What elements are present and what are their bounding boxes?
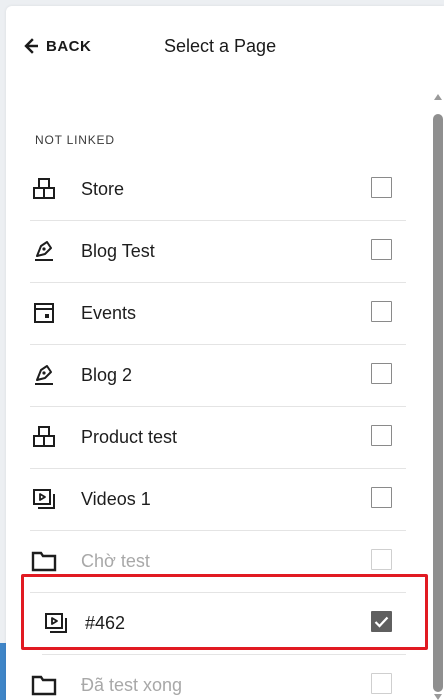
blog-icon [30,237,58,265]
page-row-events[interactable]: Events [30,282,406,345]
store-icon [30,175,58,203]
blog-icon [30,361,58,389]
page-checkbox [371,549,392,570]
scroll-down-arrow-icon[interactable] [434,694,442,700]
page-checkbox[interactable] [371,363,392,384]
page-row-blog-2[interactable]: Blog 2 [30,344,406,407]
page-label: Chờ test [81,550,150,571]
section-label-not-linked: NOT LINKED [35,133,115,147]
events-icon [30,299,58,327]
back-button[interactable]: BACK [24,36,91,56]
page-label: Blog Test [81,240,155,261]
page-label: Đã test xong [81,674,183,695]
page-checkbox [371,673,392,694]
folder-icon [30,671,58,699]
video-icon [30,485,58,513]
page-checkbox[interactable] [371,239,392,260]
selection-highlight-box [21,574,428,650]
page-checkbox[interactable] [371,301,392,322]
back-label: BACK [46,37,92,55]
page-checkbox[interactable] [371,487,392,508]
select-page-panel: BACK Select a Page NOT LINKED Store Blog… [6,6,444,700]
panel-title: Select a Page [164,36,277,56]
page-row-videos-1[interactable]: Videos 1 [30,468,406,531]
page-checkbox[interactable] [371,425,392,446]
page-label: Product test [81,426,178,447]
page-checkbox[interactable] [371,177,392,198]
page-label: Events [81,302,137,323]
page-label: Blog 2 [81,364,133,385]
page-row-store[interactable]: Store [30,158,406,221]
page-label: Store [81,178,125,199]
page-row-da-test-xong: Đã test xong [30,654,406,700]
panel-header: BACK Select a Page [6,6,444,86]
page-label: Videos 1 [81,488,151,509]
arrow-left-icon [24,38,38,54]
scrollbar[interactable] [432,94,444,700]
scrollbar-thumb[interactable] [433,114,443,692]
page-row-blog-test[interactable]: Blog Test [30,220,406,283]
folder-icon [30,547,58,575]
store-icon [30,423,58,451]
scroll-up-arrow-icon[interactable] [434,94,442,100]
page-row-product-test[interactable]: Product test [30,406,406,469]
